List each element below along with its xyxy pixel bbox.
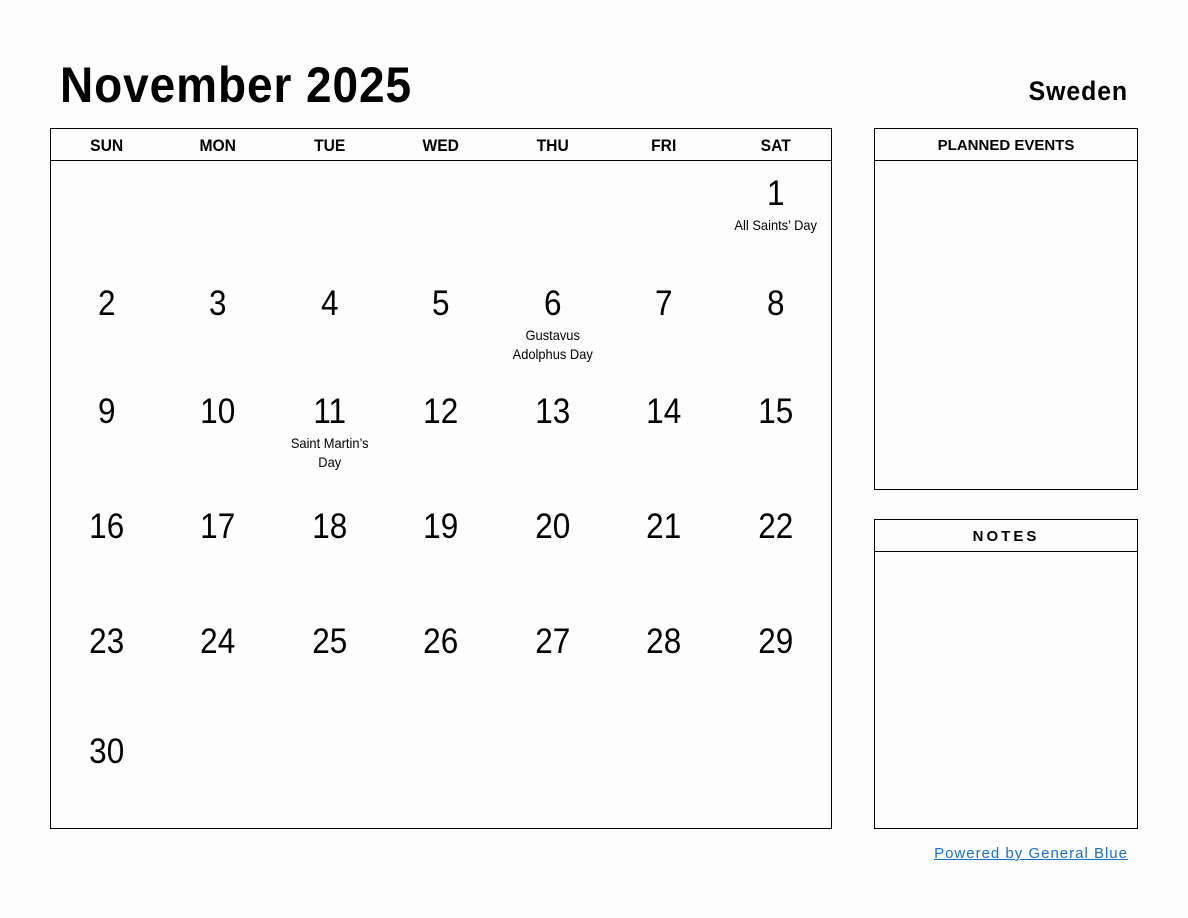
day-cell: 4 (274, 271, 385, 379)
day-number: 3 (209, 284, 227, 323)
weekday-thu: THU (536, 136, 569, 155)
day-number: 21 (646, 507, 682, 546)
day-cell: 19 (385, 494, 496, 609)
day-cell: 26 (385, 609, 496, 719)
day-cell: 18 (274, 494, 385, 609)
holiday-label: Saint Martin’s Day (290, 435, 369, 470)
day-number: 18 (312, 507, 348, 546)
day-cell (51, 161, 162, 271)
weekday-fri: FRI (651, 136, 677, 155)
weekday-tue: TUE (313, 136, 346, 155)
day-cell: 28 (608, 609, 719, 719)
day-cell: 24 (162, 609, 273, 719)
day-number: 27 (534, 622, 570, 661)
calendar: SUN MON TUE WED THU FRI SAT 1 All Saints’… (50, 128, 832, 829)
day-cell (162, 161, 273, 271)
weekday-mon: MON (199, 136, 237, 155)
day-cell: 10 (162, 379, 273, 494)
weekday-sat: SAT (760, 136, 791, 155)
country-label: Sweden (1028, 76, 1128, 106)
planned-events-heading: PLANNED EVENTS (875, 129, 1137, 161)
day-number: 9 (97, 392, 116, 431)
holiday-label: All Saints’ Day (733, 217, 817, 233)
day-cell (162, 719, 273, 827)
day-cell: 2 (51, 271, 162, 379)
day-cell (608, 719, 719, 827)
day-number: 5 (432, 284, 450, 323)
day-cell (497, 161, 608, 271)
day-number: 23 (89, 622, 125, 661)
day-number: 6 (543, 284, 562, 323)
weekday-wed: WED (422, 136, 460, 155)
day-number: 24 (200, 622, 236, 661)
day-cell: 22 (720, 494, 831, 609)
day-cell (608, 161, 719, 271)
day-cell: 14 (608, 379, 719, 494)
day-number: 8 (766, 284, 785, 323)
day-cell (720, 719, 831, 827)
day-cell: 13 (497, 379, 608, 494)
day-number: 11 (313, 392, 346, 431)
day-number: 7 (655, 284, 673, 323)
day-cell: 11 Saint Martin’s Day (274, 379, 385, 494)
day-number: 13 (534, 392, 570, 431)
holiday-label: Gustavus Adolphus Day (512, 327, 593, 362)
day-cell: 23 (51, 609, 162, 719)
weekday-header: SUN MON TUE WED THU FRI SAT (51, 129, 831, 161)
day-number: 10 (200, 392, 236, 431)
day-cell: 5 (385, 271, 496, 379)
weekday-sun: SUN (90, 136, 124, 155)
day-cell: 17 (162, 494, 273, 609)
day-cell: 30 (51, 719, 162, 827)
day-cell: 3 (162, 271, 273, 379)
planned-events-panel: PLANNED EVENTS (874, 128, 1138, 490)
day-cell (274, 161, 385, 271)
day-cell: 20 (497, 494, 608, 609)
day-number: 26 (423, 622, 459, 661)
day-cell: 15 (720, 379, 831, 494)
notes-heading: NOTES (875, 520, 1137, 552)
day-cell: 16 (51, 494, 162, 609)
day-number: 20 (534, 507, 570, 546)
day-number: 15 (757, 392, 793, 431)
day-cell: 6 Gustavus Adolphus Day (497, 271, 608, 379)
day-cell: 12 (385, 379, 496, 494)
day-number: 14 (646, 392, 682, 431)
day-number: 2 (97, 284, 116, 323)
day-number: 19 (423, 507, 459, 546)
day-number: 28 (646, 622, 682, 661)
day-number: 1 (766, 174, 785, 213)
day-number: 29 (757, 622, 793, 661)
day-number: 22 (757, 507, 793, 546)
day-number: 4 (320, 284, 339, 323)
day-cell: 8 (720, 271, 831, 379)
page-title: November 2025 (60, 57, 413, 113)
day-cell: 25 (274, 609, 385, 719)
day-number: 16 (89, 507, 125, 546)
day-number: 25 (312, 622, 348, 661)
day-cell (385, 161, 496, 271)
day-cell: 7 (608, 271, 719, 379)
day-cell: 1 All Saints’ Day (720, 161, 831, 271)
day-cell: 29 (720, 609, 831, 719)
day-number: 12 (423, 392, 459, 431)
day-cell: 27 (497, 609, 608, 719)
day-number: 17 (200, 507, 236, 546)
day-cell (385, 719, 496, 827)
day-cell: 21 (608, 494, 719, 609)
notes-panel: NOTES (874, 519, 1138, 829)
day-number: 30 (89, 732, 125, 771)
day-cell (274, 719, 385, 827)
day-cell: 9 (51, 379, 162, 494)
powered-by-link[interactable]: Powered by General Blue (934, 845, 1128, 862)
calendar-grid: 1 All Saints’ Day 2 3 4 5 6 Gustavus Adolphus D… (51, 161, 831, 827)
day-cell (497, 719, 608, 827)
